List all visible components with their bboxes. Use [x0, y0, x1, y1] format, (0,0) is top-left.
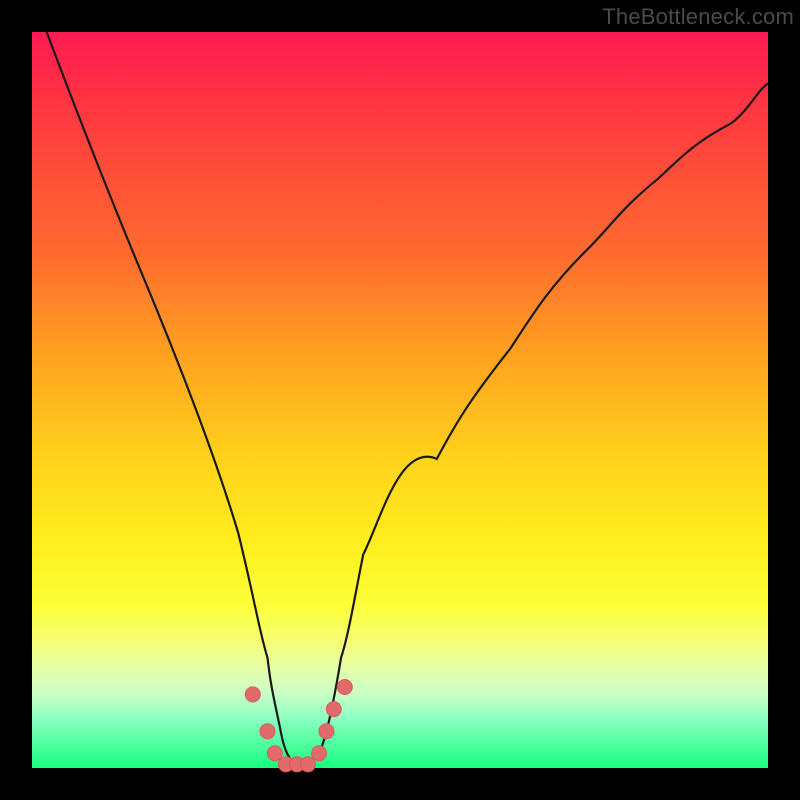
curve-marker — [319, 724, 334, 739]
curve-marker — [312, 746, 327, 761]
bottleneck-curve — [47, 32, 768, 765]
curve-layer — [32, 32, 768, 768]
curve-marker — [337, 680, 352, 695]
curve-marker — [301, 757, 316, 772]
marker-group — [245, 680, 352, 772]
curve-marker — [267, 746, 282, 761]
plot-area — [32, 32, 768, 768]
curve-marker — [245, 687, 260, 702]
curve-marker — [260, 724, 275, 739]
curve-marker — [326, 702, 341, 717]
chart-frame: TheBottleneck.com — [0, 0, 800, 800]
watermark-text: TheBottleneck.com — [602, 4, 794, 30]
